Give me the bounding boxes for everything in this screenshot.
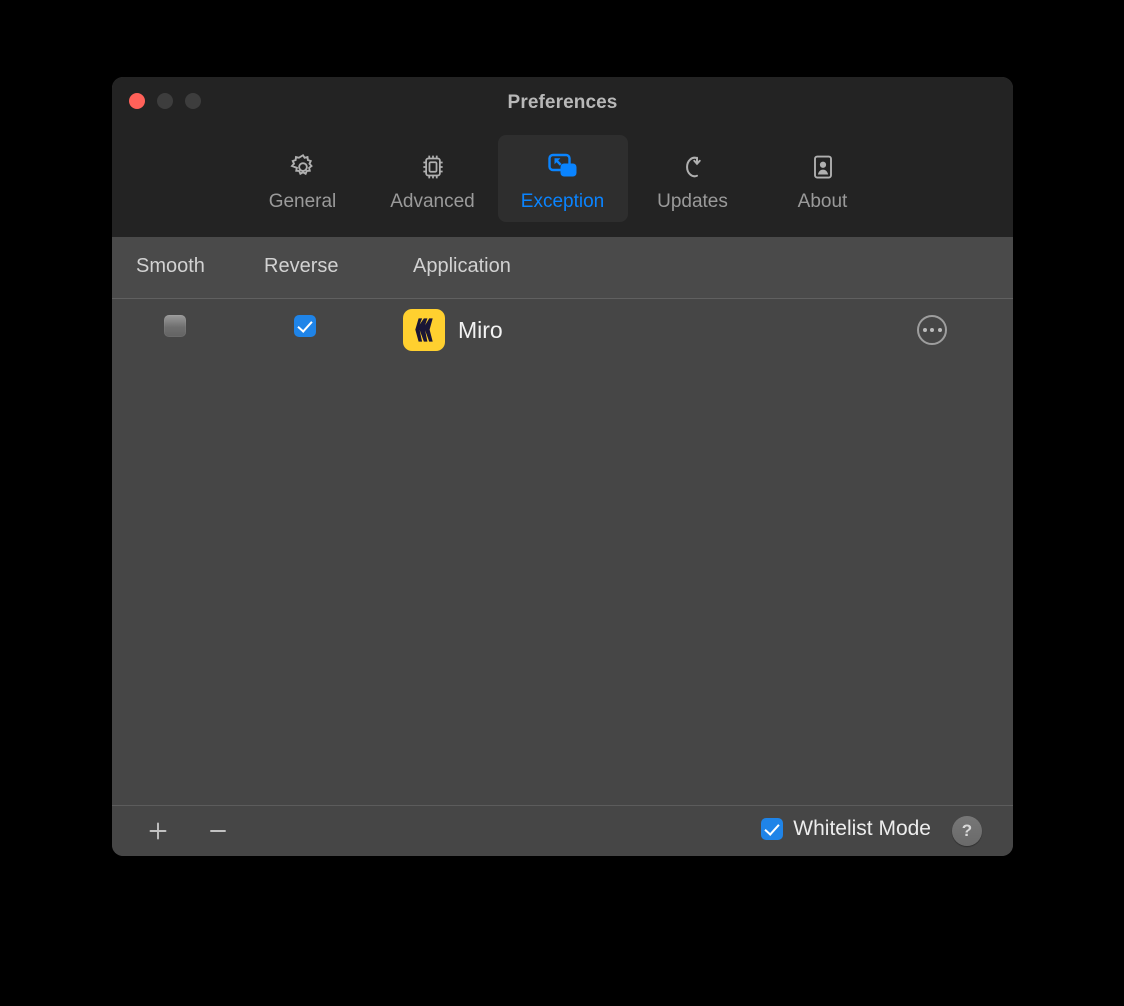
window-title: Preferences <box>507 92 618 113</box>
more-dot-2 <box>930 328 934 332</box>
table-row[interactable]: Miro <box>112 299 1013 365</box>
tab-about[interactable]: About <box>758 135 888 222</box>
tab-exception[interactable]: Exception <box>497 135 628 222</box>
row-application-cell: Miro <box>403 309 503 351</box>
whitelist-mode-group[interactable]: Whitelist Mode <box>761 817 931 841</box>
tab-general[interactable]: General <box>238 135 368 222</box>
row-smooth-cell <box>164 315 186 337</box>
miro-app-icon <box>403 309 445 351</box>
preferences-window: Preferences General Advanced Exception U… <box>112 77 1013 856</box>
window-titlebar: Preferences <box>112 77 1013 133</box>
column-header-application[interactable]: Application <box>413 255 511 278</box>
exception-app-list: Miro <box>112 299 1013 805</box>
person-card-icon <box>808 147 838 187</box>
help-button[interactable]: ? <box>952 816 982 846</box>
preferences-toolbar-tabs: General Advanced Exception Updates About <box>112 133 1013 237</box>
whitelist-mode-label: Whitelist Mode <box>793 817 931 840</box>
app-name-label: Miro <box>458 316 503 343</box>
tab-updates-label: Updates <box>657 191 728 212</box>
row-reverse-cell <box>294 315 316 337</box>
remove-application-button[interactable] <box>203 816 233 846</box>
tab-advanced-label: Advanced <box>390 191 475 212</box>
tab-updates[interactable]: Updates <box>628 135 758 222</box>
reverse-checkbox[interactable] <box>294 315 316 337</box>
column-header-smooth[interactable]: Smooth <box>136 255 205 278</box>
tab-advanced[interactable]: Advanced <box>368 135 498 222</box>
more-dot-1 <box>922 328 927 332</box>
table-column-header: Smooth Reverse Application <box>112 237 1013 299</box>
tab-general-label: General <box>268 191 337 212</box>
whitelist-mode-checkbox[interactable] <box>761 818 784 840</box>
more-dot-3 <box>937 328 942 332</box>
more-options-icon[interactable] <box>917 315 947 345</box>
smooth-checkbox[interactable] <box>164 315 186 337</box>
add-application-button[interactable] <box>143 816 173 846</box>
list-bottom-toolbar: Whitelist Mode ? <box>112 805 1013 856</box>
tab-exception-label: Exception <box>520 191 605 212</box>
column-header-reverse[interactable]: Reverse <box>264 255 338 278</box>
row-more-cell <box>917 315 947 345</box>
tab-about-label: About <box>797 191 848 212</box>
windows-cursor-icon <box>546 147 580 187</box>
refresh-icon <box>678 147 708 187</box>
gear-icon <box>288 147 318 187</box>
chip-icon <box>418 147 448 187</box>
